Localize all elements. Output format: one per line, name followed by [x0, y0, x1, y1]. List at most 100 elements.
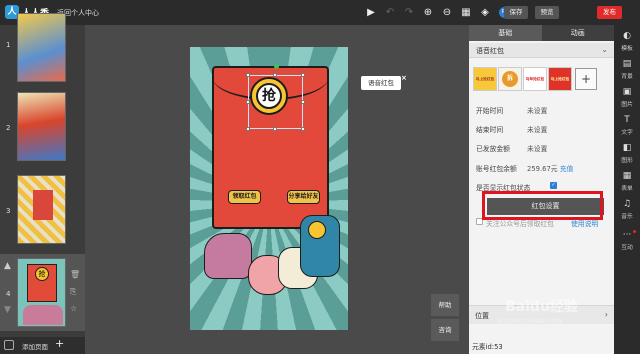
tool-label: 图片 — [621, 102, 633, 108]
resize-handle[interactable] — [301, 100, 305, 104]
zoom-out-icon[interactable]: ⊖ — [440, 6, 454, 20]
annotation-highlight — [482, 191, 603, 220]
page-thumbnail[interactable] — [17, 92, 66, 161]
add-style-button[interactable]: + — [575, 68, 597, 90]
copy-icon[interactable]: ⎘ — [70, 287, 76, 297]
row-value[interactable]: 未设置 — [527, 143, 547, 153]
tab-basic[interactable]: 基础 — [469, 25, 542, 41]
page-item-2[interactable]: 2 — [0, 88, 85, 163]
tool-label: 互动 — [621, 245, 633, 251]
page-item-4[interactable]: ▲ 4 ▼ 抢 🗑 ⎘ ☆ — [0, 254, 85, 331]
publish-button[interactable]: 发布 — [597, 6, 622, 19]
row-value: 259.67元 充值 — [527, 163, 573, 173]
receive-button[interactable]: 领取红包 — [228, 190, 261, 204]
page-thumbnail[interactable]: 抢 — [17, 258, 66, 327]
tool-text[interactable]: T 文字 — [614, 115, 640, 136]
resize-handle[interactable] — [301, 73, 305, 77]
row-label: 结束时间 — [476, 126, 504, 134]
save-button[interactable]: 保存 — [504, 6, 528, 19]
row-value[interactable]: 未设置 — [527, 124, 547, 134]
balance-row: 账号红包余额 259.67元 充值 — [476, 163, 612, 175]
row-value[interactable]: 未设置 — [527, 105, 547, 115]
page-number: 1 — [6, 41, 11, 49]
tool-interact[interactable]: ··· 互动 — [614, 230, 640, 251]
resize-handle[interactable] — [246, 100, 250, 104]
watermark: Baidu经验 — [505, 299, 578, 315]
style-option[interactable]: 马上抢红包 — [473, 67, 497, 91]
tool-image[interactable]: ▣ 图片 — [614, 87, 640, 108]
section-title: 语音红包 — [476, 47, 504, 55]
watermark-url: jingyan.baidu.com — [497, 317, 562, 325]
add-page-label: 添加页面 — [22, 343, 48, 351]
resize-handle[interactable] — [273, 127, 277, 131]
page-item-3[interactable]: 3 — [0, 171, 85, 246]
page-icon — [4, 340, 14, 350]
top-bar: 人 人人秀 返回个人中心 ▶ ↶ ↷ ⊕ ⊖ ▦ ◈ Ps 保存 预览 发布 — [0, 0, 640, 25]
tool-label: 模板 — [621, 46, 633, 52]
close-icon[interactable]: × — [401, 74, 407, 82]
chevron-right-icon[interactable]: › — [605, 310, 608, 319]
grid-icon[interactable]: ▦ — [459, 6, 473, 20]
tool-label: 背景 — [621, 74, 633, 80]
tool-background[interactable]: ▤ 背景 — [614, 59, 640, 80]
tool-music[interactable]: ♫ 音乐 — [614, 199, 640, 220]
page-list: 1 2 3 ▲ 4 ▼ 抢 🗑 ⎘ ☆ 添加页面 + — [0, 13, 85, 354]
end-time-row: 结束时间 未设置 — [476, 124, 612, 136]
kid-illustration — [204, 233, 252, 279]
page-number: 3 — [6, 207, 11, 215]
row-label: 已发放金额 — [476, 145, 510, 153]
plus-icon[interactable]: + — [55, 337, 64, 350]
page-thumbnail[interactable] — [17, 175, 66, 244]
position-label: 位置 — [475, 312, 489, 320]
resize-handle[interactable] — [246, 127, 250, 131]
page-item-1[interactable]: 1 — [0, 13, 85, 83]
editor-canvas[interactable]: 抢 领取红包 分享给好友 — [190, 47, 348, 330]
redo-icon[interactable]: ↷ — [402, 6, 416, 20]
star-icon[interactable]: ☆ — [70, 304, 77, 313]
tool-shape[interactable]: ◧ 图形 — [614, 143, 640, 164]
component-toolbar: ◐ 模板 ▤ 背景 ▣ 图片 T 文字 ◧ 图形 ▦ 表单 ♫ 音乐 ··· 互… — [614, 25, 640, 354]
style-option[interactable]: 马上抢红包 — [548, 67, 572, 91]
tool-form[interactable]: ▦ 表单 — [614, 171, 640, 192]
style-options: 马上抢红包 拆 马年抢红包 马上抢红包 + — [473, 67, 597, 91]
interact-icon: ··· — [622, 230, 632, 240]
help-button[interactable]: 帮助 — [431, 294, 459, 316]
zoom-in-icon[interactable]: ⊕ — [421, 6, 435, 20]
panel-tabs: 基础 动画 — [469, 25, 614, 41]
recharge-link[interactable]: 充值 — [560, 165, 574, 173]
tool-label: 图形 — [621, 158, 633, 164]
share-button[interactable]: 分享给好友 — [287, 190, 320, 204]
add-page-bar[interactable]: 添加页面 + — [0, 337, 85, 354]
page-number: 4 — [6, 290, 11, 298]
rotate-handle[interactable] — [274, 64, 279, 69]
show-status-checkbox[interactable]: ✓ — [550, 182, 557, 189]
kid-head — [308, 221, 326, 239]
start-time-row: 开始时间 未设置 — [476, 105, 612, 117]
component-tooltip: 语音红包 — [361, 76, 401, 90]
play-icon[interactable]: ▶ — [364, 6, 378, 20]
layers-icon[interactable]: ◈ — [478, 6, 492, 20]
selection-box[interactable] — [246, 73, 305, 131]
preview-button[interactable]: 预览 — [535, 6, 559, 19]
delete-icon[interactable]: 🗑 — [70, 270, 80, 279]
shape-icon: ◧ — [622, 143, 632, 153]
style-option[interactable]: 拆 — [498, 67, 522, 91]
resize-handle[interactable] — [273, 73, 277, 77]
chevron-down-icon[interactable]: ⌄ — [601, 45, 608, 54]
resize-handle[interactable] — [301, 127, 305, 131]
image-icon: ▣ — [622, 87, 632, 97]
style-option-label: 拆 — [502, 71, 518, 87]
style-option[interactable]: 马年抢红包 — [523, 67, 547, 91]
consult-button[interactable]: 咨询 — [431, 319, 459, 341]
notification-dot — [633, 230, 636, 233]
row-label: 账号红包余额 — [476, 165, 517, 173]
section-header[interactable]: 语音红包 ⌄ — [469, 43, 614, 58]
move-down-icon[interactable]: ▼ — [4, 305, 11, 315]
move-up-icon[interactable]: ▲ — [4, 261, 11, 271]
tool-template[interactable]: ◐ 模板 — [614, 31, 640, 52]
tab-animation[interactable]: 动画 — [542, 25, 615, 41]
background-icon: ▤ — [622, 59, 632, 69]
undo-icon[interactable]: ↶ — [383, 6, 397, 20]
page-thumbnail[interactable] — [17, 13, 66, 82]
resize-handle[interactable] — [246, 73, 250, 77]
